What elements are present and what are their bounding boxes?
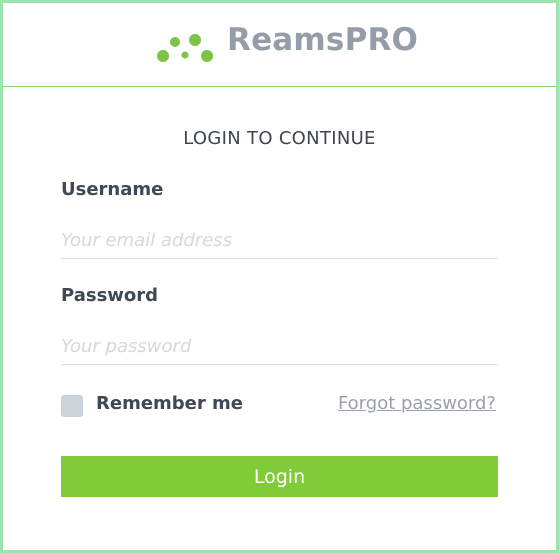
form-heading: LOGIN TO CONTINUE — [183, 128, 376, 149]
green-dots-logo-icon — [157, 34, 213, 62]
password-input[interactable] — [61, 328, 498, 365]
forgot-password-link[interactable]: Forgot password? — [338, 393, 496, 414]
remember-me-label[interactable]: Remember me — [96, 393, 243, 414]
remember-me-checkbox[interactable] — [61, 395, 83, 417]
username-input[interactable] — [61, 222, 498, 259]
header: ReamsPRO — [3, 3, 556, 87]
username-label: Username — [61, 179, 164, 200]
login-panel: ReamsPRO LOGIN TO CONTINUE Username Pass… — [0, 0, 559, 553]
password-label: Password — [61, 285, 159, 306]
brand-name: ReamsPRO — [227, 22, 419, 58]
login-button[interactable]: Login — [61, 456, 498, 497]
